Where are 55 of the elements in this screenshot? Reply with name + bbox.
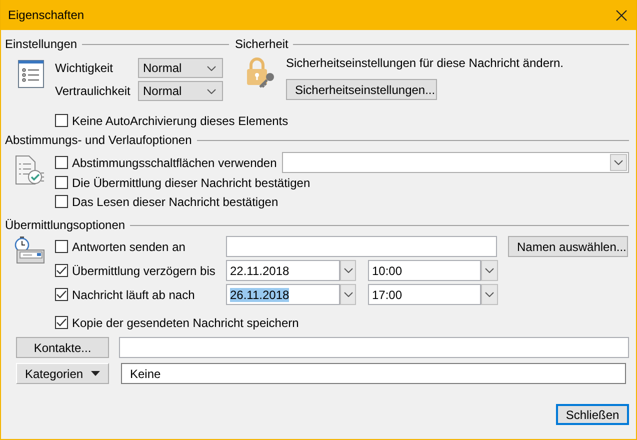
time-field[interactable]: 10:00 xyxy=(368,260,481,281)
security-settings-button[interactable]: Sicherheitseinstellungen... xyxy=(286,79,437,100)
input-field[interactable] xyxy=(119,337,629,358)
select-names-button[interactable]: Namen auswählen... xyxy=(508,236,628,257)
dropdown[interactable]: Normal xyxy=(138,81,223,101)
checkbox-label: Keine AutoArchivierung dieses Elements xyxy=(72,114,288,128)
field-label: Vertraulichkeit xyxy=(55,84,132,98)
group-heading: Übermittlungsoptionen xyxy=(5,218,126,232)
checkbox[interactable] xyxy=(55,264,68,277)
input-field[interactable] xyxy=(226,236,497,257)
checkbox-label: Die Übermittlung dieser Nachricht bestätigen xyxy=(72,176,310,190)
checkbox[interactable] xyxy=(55,316,68,329)
checkbox[interactable] xyxy=(55,176,68,189)
chevron-icon xyxy=(485,292,494,297)
list-icon xyxy=(18,60,44,88)
checkbox[interactable] xyxy=(55,240,68,253)
checkbox[interactable] xyxy=(55,156,68,169)
dropdown-button[interactable] xyxy=(340,260,356,281)
chevron-icon xyxy=(207,88,216,94)
checkbox-label: Übermittlung verzögern bis xyxy=(72,264,216,278)
checkbox-label: Antworten senden an xyxy=(72,240,186,254)
time-field[interactable]: 17:00 xyxy=(368,284,481,305)
checkbox-label: Das Lesen dieser Nachricht bestätigen xyxy=(72,194,278,208)
contacts-button[interactable]: Kontakte... xyxy=(16,337,109,358)
checkbox[interactable] xyxy=(55,195,68,208)
chevron-icon xyxy=(207,66,216,70)
group-heading: Einstellungen xyxy=(5,37,78,51)
chevron-icon xyxy=(344,292,352,297)
window-title: Eigenschaften xyxy=(8,8,84,22)
checkbox[interactable] xyxy=(55,288,68,301)
checkbox[interactable] xyxy=(55,114,68,127)
dropdown[interactable]: Normal xyxy=(138,58,223,78)
group-heading: Sicherheit xyxy=(235,37,288,51)
dropdown-button[interactable] xyxy=(340,284,356,305)
group-heading: Abstimmungs- und Verlaufoptionen xyxy=(5,133,192,147)
input-field[interactable]: Keine xyxy=(121,363,626,384)
dropdown-button[interactable] xyxy=(481,284,498,305)
close-icon xyxy=(616,10,626,20)
checkbox-label: Kopie der gesendeten Nachricht speichern xyxy=(72,316,299,330)
date-field[interactable]: 26.11.2018 xyxy=(226,284,340,305)
description-text: Sicherheitseinstellungen für diese Nachricht ändern. xyxy=(286,56,564,70)
document-check-icon xyxy=(15,155,45,185)
dropdown-button[interactable] xyxy=(481,260,498,281)
caret-icon xyxy=(91,371,100,376)
stopwatch-envelope-icon xyxy=(14,236,46,264)
chevron-icon xyxy=(614,160,623,165)
lock-key-icon xyxy=(246,57,276,89)
field-label: Wichtigkeit xyxy=(55,61,114,75)
checkbox-label: Abstimmungsschaltflächen verwenden xyxy=(72,156,277,170)
date-field[interactable]: 22.11.2018 xyxy=(226,260,340,281)
close-dialog-button[interactable]: Schließen xyxy=(556,404,629,425)
chevron-icon xyxy=(344,268,352,273)
chevron-icon xyxy=(485,268,494,273)
checkbox-label: Nachricht läuft ab nach xyxy=(72,288,195,302)
categories-button[interactable]: Kategorien xyxy=(16,363,109,384)
